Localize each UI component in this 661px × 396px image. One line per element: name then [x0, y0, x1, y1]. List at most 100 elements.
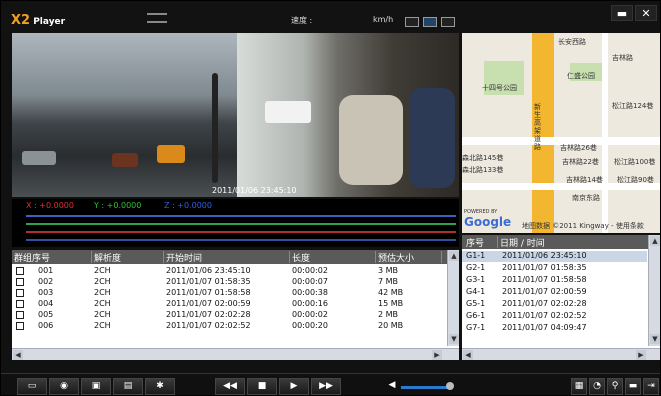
table-cell: G2-1 [466, 263, 486, 272]
table-row[interactable]: 003 2CH 2011/01/07 01:58:58 00:00:38 42 MB [12, 288, 446, 299]
table-cell: 20 MB [378, 321, 404, 330]
list-item[interactable]: G6-1 2011/01/07 02:02:52 [462, 311, 647, 322]
exit-icon[interactable]: ⇥ [643, 378, 659, 395]
table-cell: 00:00:02 [292, 266, 328, 275]
map-label: 吉林路26巷 [560, 144, 597, 152]
map-label: 松江路100巷 [614, 158, 656, 166]
table-cell: 2011/01/07 02:02:52 [166, 321, 251, 330]
table-cell: 2CH [94, 277, 111, 286]
map-footer[interactable]: 地图数据 ©2011 Kingway - 使用条款 [522, 221, 644, 231]
scroll-right-icon[interactable]: ▶ [636, 350, 646, 360]
title-bar: X2 Player 速度 : km/h ▬ ✕ [1, 1, 660, 33]
car-shape [112, 153, 138, 167]
layout-single-button[interactable] [405, 17, 419, 27]
list-item[interactable]: G3-1 2011/01/07 01:58:58 [462, 275, 647, 286]
video-panel[interactable]: 2011/01/06 23:45:10 [12, 33, 459, 197]
table-cell: G5-1 [466, 299, 486, 308]
table-cell: 2CH [94, 310, 111, 319]
close-button[interactable]: ✕ [635, 5, 657, 21]
table-row[interactable]: 001 2CH 2011/01/06 23:45:10 00:00:02 3 MB [12, 266, 446, 277]
map-panel[interactable]: 十四号公园 仁盛公园 吉林路 松江路124巷 长安西路 新生高架道路 森北路14… [462, 33, 660, 233]
list-item[interactable]: G5-1 2011/01/07 02:02:28 [462, 299, 647, 310]
table-row[interactable]: 005 2CH 2011/01/07 02:02:28 00:00:02 2 MB [12, 310, 446, 321]
table-cell: 002 [38, 277, 54, 286]
map-label: 南京东路 [572, 194, 600, 202]
col-datetime[interactable]: 日期 / 时间 [500, 236, 646, 249]
table-cell: 2011/01/07 02:00:59 [502, 287, 587, 296]
list-item[interactable]: G7-1 2011/01/07 04:09:47 [462, 323, 647, 334]
layout-dual-button[interactable] [423, 17, 437, 27]
map-label: 松江路90巷 [617, 176, 654, 184]
rewind-button[interactable]: ◀◀ [215, 378, 245, 395]
group-hscroll[interactable]: ◀ ▶ [12, 348, 459, 360]
table-cell: 2 MB [378, 310, 399, 319]
col-resolution[interactable]: 解析度 [94, 251, 164, 264]
row-checkbox[interactable] [16, 278, 24, 286]
row-checkbox[interactable] [16, 289, 24, 297]
group-vscroll[interactable]: ▲ ▼ [447, 250, 459, 346]
table-cell: 003 [38, 288, 54, 297]
folder-icon[interactable]: ▬ [625, 378, 641, 395]
map-view-icon[interactable]: ▦ [571, 378, 587, 395]
table-cell: 001 [38, 266, 54, 275]
map-label: 森北路145巷 [462, 154, 504, 162]
stop-button[interactable]: ■ [247, 378, 277, 395]
interior-camera-view[interactable] [237, 33, 459, 197]
table-row[interactable]: 002 2CH 2011/01/07 01:58:35 00:00:07 7 MB [12, 277, 446, 288]
layout-map-button[interactable] [441, 17, 455, 27]
row-checkbox[interactable] [16, 311, 24, 319]
col-start-time[interactable]: 开始时间 [166, 251, 290, 264]
map-road [602, 33, 608, 233]
scroll-up-icon[interactable]: ▲ [650, 236, 660, 246]
row-checkbox[interactable] [16, 267, 24, 275]
event-table: 序号 日期 / 时间 G1-1 2011/01/06 23:45:10 G2-1 20… [462, 235, 660, 360]
fast-forward-button[interactable]: ▶▶ [311, 378, 341, 395]
col-event-no[interactable]: 序号 [466, 236, 498, 249]
table-cell: 00:00:38 [292, 288, 328, 297]
table-row[interactable]: 006 2CH 2011/01/07 02:02:52 00:00:20 20 MB [12, 321, 446, 332]
pole-shape [212, 73, 218, 183]
col-group-no[interactable]: 群组序号 [14, 251, 92, 264]
table-cell: 2011/01/06 23:45:10 [166, 266, 251, 275]
table-cell: 7 MB [378, 277, 399, 286]
front-camera-view[interactable] [12, 33, 237, 197]
row-checkbox[interactable] [16, 300, 24, 308]
list-item[interactable]: G2-1 2011/01/07 01:58:35 [462, 263, 647, 274]
table-cell: 2011/01/07 01:58:35 [502, 263, 587, 272]
save-icon[interactable]: ▣ [81, 378, 111, 395]
row-checkbox[interactable] [16, 322, 24, 330]
scroll-right-icon[interactable]: ▶ [432, 350, 442, 360]
map-label: 新生高架道路 [534, 103, 541, 151]
gsensor-graph: X : +0.0000 Y : +0.0000 Z : +0.0000 [12, 199, 459, 247]
sensor-trace [26, 223, 456, 225]
car-shape [265, 101, 311, 123]
table-cell: 42 MB [378, 288, 404, 297]
speed-icon[interactable]: ◔ [589, 378, 605, 395]
car-shape [157, 145, 185, 163]
map-label: 吉林路22巷 [562, 158, 599, 166]
event-vscroll[interactable]: ▲ ▼ [648, 235, 660, 346]
scroll-left-icon[interactable]: ◀ [463, 350, 473, 360]
table-cell: 3 MB [378, 266, 399, 275]
search-icon[interactable]: ⚲ [607, 378, 623, 395]
minimize-button[interactable]: ▬ [611, 5, 633, 21]
scroll-down-icon[interactable]: ▼ [650, 334, 660, 344]
open-folder-icon[interactable]: ▭ [17, 378, 47, 395]
col-size[interactable]: 预估大小 [378, 251, 442, 264]
play-button[interactable]: ▶ [279, 378, 309, 395]
settings-icon[interactable]: ✱ [145, 378, 175, 395]
list-item[interactable]: G1-1 2011/01/06 23:45:10 [462, 251, 647, 262]
table-cell: 005 [38, 310, 54, 319]
event-hscroll[interactable]: ◀ ▶ [462, 348, 660, 360]
snapshot-icon[interactable]: ◉ [49, 378, 79, 395]
delete-icon[interactable]: ▤ [113, 378, 143, 395]
table-row[interactable]: 004 2CH 2011/01/07 02:00:59 00:00:16 15 MB [12, 299, 446, 310]
list-item[interactable]: G4-1 2011/01/07 02:00:59 [462, 287, 647, 298]
scroll-down-icon[interactable]: ▼ [449, 334, 459, 344]
volume-icon[interactable]: ◀ [385, 378, 399, 395]
app-logo: X2 Player [11, 13, 66, 28]
scroll-left-icon[interactable]: ◀ [13, 350, 23, 360]
scroll-up-icon[interactable]: ▲ [449, 251, 459, 261]
col-length[interactable]: 长度 [292, 251, 376, 264]
volume-knob[interactable] [446, 382, 454, 390]
